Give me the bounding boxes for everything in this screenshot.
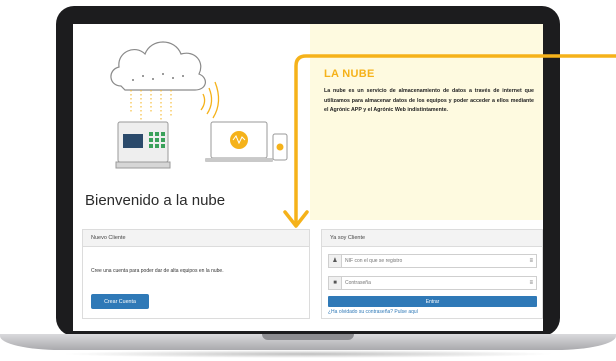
menu-icon: ≡ [529, 280, 533, 286]
laptop-notch [262, 334, 354, 340]
login-panel: Ya soy Cliente ♟ ≡ ■ ≡ Entrar ¿Ha olvida… [321, 229, 543, 319]
create-account-button[interactable]: Crear Cuenta [91, 294, 149, 309]
user-icon: ♟ [329, 255, 342, 267]
screen: LA NUBE La nube es un servicio de almace… [73, 24, 543, 331]
nif-field[interactable]: ♟ ≡ [328, 254, 537, 268]
login-header: Ya soy Cliente [322, 230, 542, 247]
menu-icon: ≡ [529, 258, 533, 264]
new-client-header: Nuevo Cliente [83, 230, 309, 247]
login-button[interactable]: Entrar [328, 296, 537, 307]
password-input[interactable] [345, 278, 515, 287]
page-title: Bienvenido a la nube [85, 192, 226, 209]
new-client-panel: Nuevo Cliente Cree una cuenta para poder… [82, 229, 310, 319]
nif-input[interactable] [345, 256, 515, 265]
forgot-password-link[interactable]: ¿Ha olvidado su contraseña? Pulse aquí [328, 309, 418, 315]
laptop-icon [205, 121, 273, 162]
nube-info-panel [310, 24, 543, 220]
nube-description: La nube es un servicio de almacenamiento… [324, 88, 534, 114]
controller-device-icon [115, 121, 171, 169]
new-client-text: Cree una cuenta para poder dar de alta e… [91, 268, 224, 274]
cloud-icon [110, 41, 206, 122]
cloud-illustration [110, 41, 288, 169]
password-field[interactable]: ■ ≡ [328, 276, 537, 290]
phone-icon [272, 133, 288, 161]
lock-icon: ■ [329, 277, 342, 289]
nube-title: LA NUBE [324, 68, 375, 80]
laptop-shadow [60, 350, 556, 358]
